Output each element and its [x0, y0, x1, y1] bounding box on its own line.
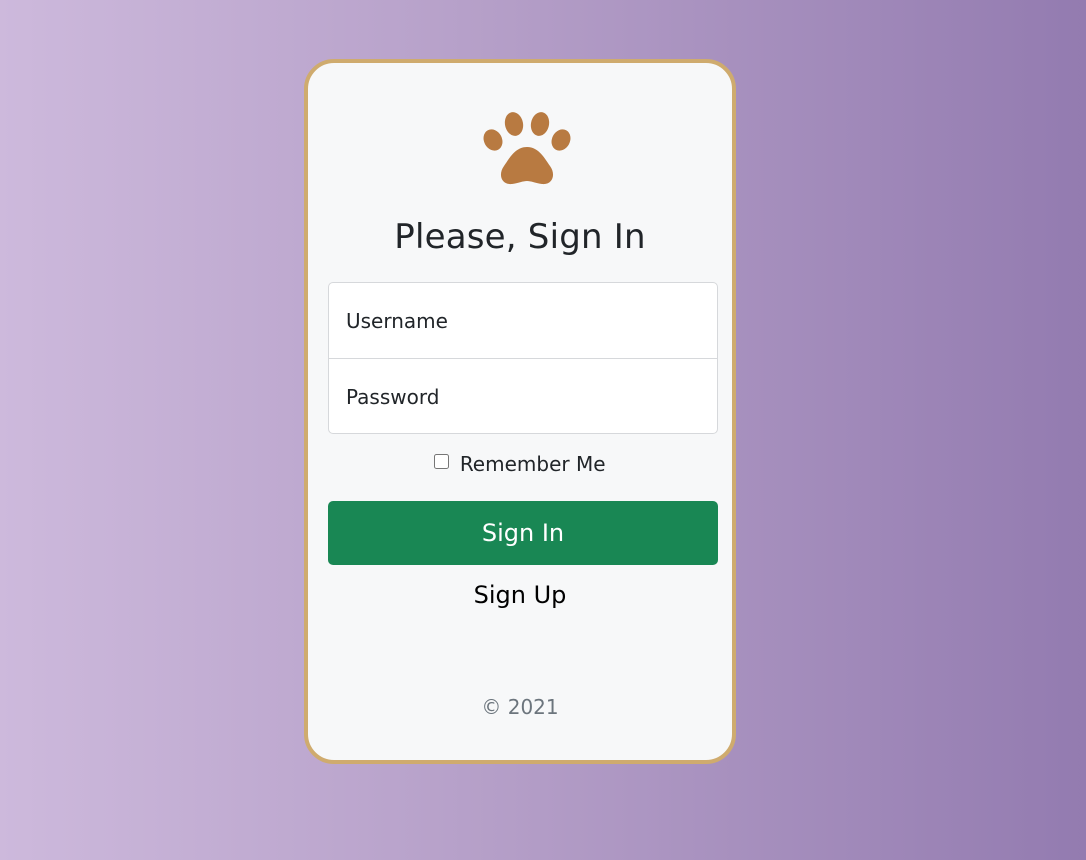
- remember-me-checkbox[interactable]: [434, 454, 450, 469]
- page-title: Please, Sign In: [394, 217, 646, 257]
- sign-in-button[interactable]: Sign In: [328, 501, 718, 565]
- remember-me-label[interactable]: Remember Me: [460, 452, 606, 476]
- remember-me-row: Remember Me: [308, 452, 732, 476]
- credentials-group: [328, 282, 718, 434]
- username-field[interactable]: [329, 283, 717, 359]
- password-field[interactable]: [329, 359, 717, 433]
- copyright-text: © 2021: [481, 695, 559, 719]
- paw-icon: [483, 112, 571, 185]
- sign-up-link[interactable]: Sign Up: [308, 581, 732, 609]
- sign-in-card: Please, Sign In Remember Me Sign In Sign…: [304, 59, 736, 764]
